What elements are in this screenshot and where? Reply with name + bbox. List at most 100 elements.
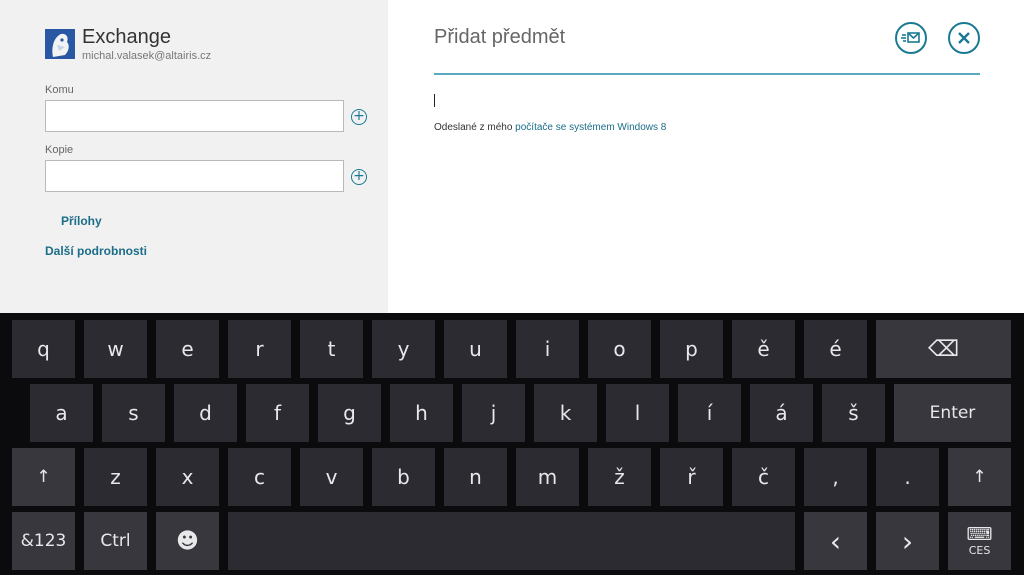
key-label: č xyxy=(758,465,769,489)
key[interactable]: x xyxy=(156,448,219,506)
key-label: á xyxy=(775,401,788,425)
backspace-key[interactable]: ⌫ xyxy=(876,320,1011,378)
cursor-right-key[interactable]: › xyxy=(876,512,939,570)
key[interactable]: y xyxy=(372,320,435,378)
shift-icon: ↑ xyxy=(972,467,987,487)
add-to-contact-icon[interactable]: + xyxy=(351,109,367,125)
key-label: o xyxy=(613,337,626,361)
key[interactable]: m xyxy=(516,448,579,506)
key-label: , xyxy=(832,465,839,489)
key[interactable]: j xyxy=(462,384,525,442)
key-label: d xyxy=(199,401,212,425)
emoji-icon: ☻ xyxy=(176,528,199,554)
key[interactable]: . xyxy=(876,448,939,506)
key[interactable]: p xyxy=(660,320,723,378)
key[interactable]: w xyxy=(84,320,147,378)
key-label: í xyxy=(706,401,713,425)
enter-key[interactable]: Enter xyxy=(894,384,1011,442)
key-label: g xyxy=(343,401,356,425)
key[interactable]: o xyxy=(588,320,651,378)
key-label: ř xyxy=(687,465,696,489)
account-pane: Exchange michal.valasek@altairis.cz Komu… xyxy=(0,0,388,313)
attachments-link[interactable]: Přílohy xyxy=(61,214,102,228)
key[interactable]: k xyxy=(534,384,597,442)
key[interactable]: t xyxy=(300,320,363,378)
cc-label: Kopie xyxy=(45,144,74,156)
key-label: u xyxy=(469,337,482,361)
emoji-key[interactable]: ☻ xyxy=(156,512,219,570)
key-label: é xyxy=(829,337,842,361)
send-mail-icon xyxy=(901,32,920,43)
key-label: p xyxy=(685,337,698,361)
keyboard-icon: ⌨ xyxy=(966,523,993,545)
key[interactable]: ě xyxy=(732,320,795,378)
key-label: h xyxy=(415,401,428,425)
key-label: š xyxy=(848,401,859,425)
key[interactable]: g xyxy=(318,384,381,442)
shift-icon: ↑ xyxy=(36,467,51,487)
key-label: ž xyxy=(614,465,625,489)
key[interactable]: s xyxy=(102,384,165,442)
add-cc-contact-icon[interactable]: + xyxy=(351,169,367,185)
key-label: y xyxy=(397,337,410,361)
key[interactable]: š xyxy=(822,384,885,442)
cursor-left-key[interactable]: ‹ xyxy=(804,512,867,570)
key[interactable]: n xyxy=(444,448,507,506)
key[interactable]: č xyxy=(732,448,795,506)
key[interactable]: ř xyxy=(660,448,723,506)
key[interactable]: v xyxy=(300,448,363,506)
signature-link[interactable]: počítače se systémem Windows 8 xyxy=(515,122,666,133)
to-field[interactable] xyxy=(45,100,344,132)
key[interactable]: b xyxy=(372,448,435,506)
key[interactable]: h xyxy=(390,384,453,442)
cc-field[interactable] xyxy=(45,160,344,192)
ctrl-key[interactable]: Ctrl xyxy=(84,512,147,570)
key-label: s xyxy=(128,401,139,425)
key-label: j xyxy=(490,401,497,425)
ctrl-label: Ctrl xyxy=(100,531,131,551)
chevron-left-icon: ‹ xyxy=(829,524,842,558)
key[interactable]: q xyxy=(12,320,75,378)
key-label: ě xyxy=(757,337,770,361)
subject-underline xyxy=(434,73,980,75)
key[interactable]: í xyxy=(678,384,741,442)
send-button[interactable] xyxy=(895,22,927,54)
key-label: v xyxy=(325,465,338,489)
key[interactable]: e xyxy=(156,320,219,378)
subject-input[interactable]: Přidat předmět xyxy=(434,26,565,49)
keyboard-layout-key[interactable]: ⌨ CES xyxy=(948,512,1011,570)
close-button[interactable] xyxy=(948,22,980,54)
key[interactable]: á xyxy=(750,384,813,442)
touch-keyboard: q w e r t y u i o p ě é a s d f g h j k l í á š z x c v b n m ž ř č,. ⌫… xyxy=(0,313,1024,575)
message-body[interactable]: Odeslané z mého počítače se systémem Win… xyxy=(434,122,666,133)
chevron-right-icon: › xyxy=(901,524,914,558)
enter-label: Enter xyxy=(929,403,976,423)
space-key[interactable] xyxy=(228,512,795,570)
to-label: Komu xyxy=(45,84,74,96)
key[interactable]: f xyxy=(246,384,309,442)
backspace-icon: ⌫ xyxy=(927,336,960,362)
key[interactable]: l xyxy=(606,384,669,442)
key[interactable]: i xyxy=(516,320,579,378)
key[interactable]: d xyxy=(174,384,237,442)
key-label: t xyxy=(327,337,336,361)
key[interactable]: a xyxy=(30,384,93,442)
key[interactable]: u xyxy=(444,320,507,378)
key-label: c xyxy=(254,465,265,489)
signature-prefix: Odeslané z mého xyxy=(434,122,516,133)
key-label: m xyxy=(537,465,558,489)
more-details-link[interactable]: Další podrobnosti xyxy=(45,244,147,258)
key[interactable]: ž xyxy=(588,448,651,506)
key[interactable]: c xyxy=(228,448,291,506)
symbols-label: &123 xyxy=(20,531,67,551)
key[interactable]: r xyxy=(228,320,291,378)
key-label: k xyxy=(559,401,572,425)
key[interactable]: , xyxy=(804,448,867,506)
symbols-key[interactable]: &123 xyxy=(12,512,75,570)
key[interactable]: z xyxy=(84,448,147,506)
key[interactable]: é xyxy=(804,320,867,378)
shift-right-key[interactable]: ↑ xyxy=(948,448,1011,506)
account-email: michal.valasek@altairis.cz xyxy=(82,50,212,62)
key-label: e xyxy=(181,337,194,361)
shift-left-key[interactable]: ↑ xyxy=(12,448,75,506)
